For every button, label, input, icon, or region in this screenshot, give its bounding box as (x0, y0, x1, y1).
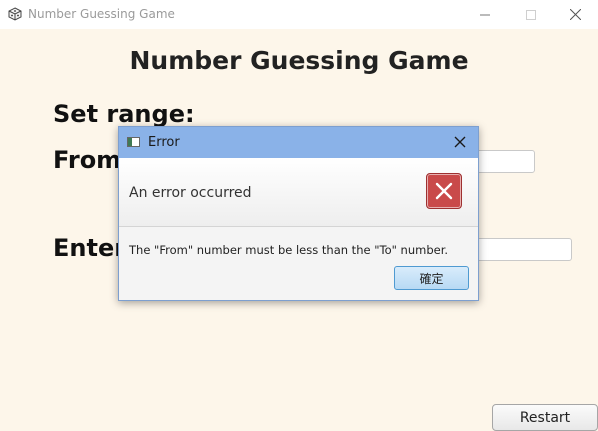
dialog-message: The "From" number must be less than the … (129, 243, 449, 257)
dialog-titlebar[interactable]: Error (119, 127, 478, 158)
close-icon (569, 9, 581, 20)
set-range-label: Set range: (53, 100, 195, 128)
dice-icon (8, 7, 22, 21)
page-title: Number Guessing Game (129, 46, 469, 75)
window-icon (127, 137, 140, 147)
maximize-icon (526, 9, 536, 20)
restart-button[interactable]: Restart (492, 404, 598, 431)
to-number-input[interactable] (470, 150, 535, 173)
ok-button[interactable]: 確定 (394, 266, 469, 290)
dialog-close-icon[interactable] (453, 135, 467, 149)
from-label: From (53, 146, 122, 174)
guess-input[interactable] (470, 238, 572, 261)
error-dialog: Error An error occurred The "From" numbe… (118, 126, 479, 301)
error-icon (426, 173, 462, 209)
minimize-icon (480, 14, 490, 15)
dialog-header-text: An error occurred (129, 185, 252, 201)
dialog-title: Error (148, 135, 180, 150)
window-titlebar[interactable]: Number Guessing Game (0, 0, 598, 29)
maximize-button[interactable] (508, 0, 554, 29)
close-window-button[interactable] (552, 0, 598, 29)
enter-label: Enter (53, 234, 127, 262)
dialog-header: An error occurred (119, 158, 478, 227)
window-title: Number Guessing Game (28, 7, 175, 21)
minimize-button[interactable] (462, 0, 508, 29)
